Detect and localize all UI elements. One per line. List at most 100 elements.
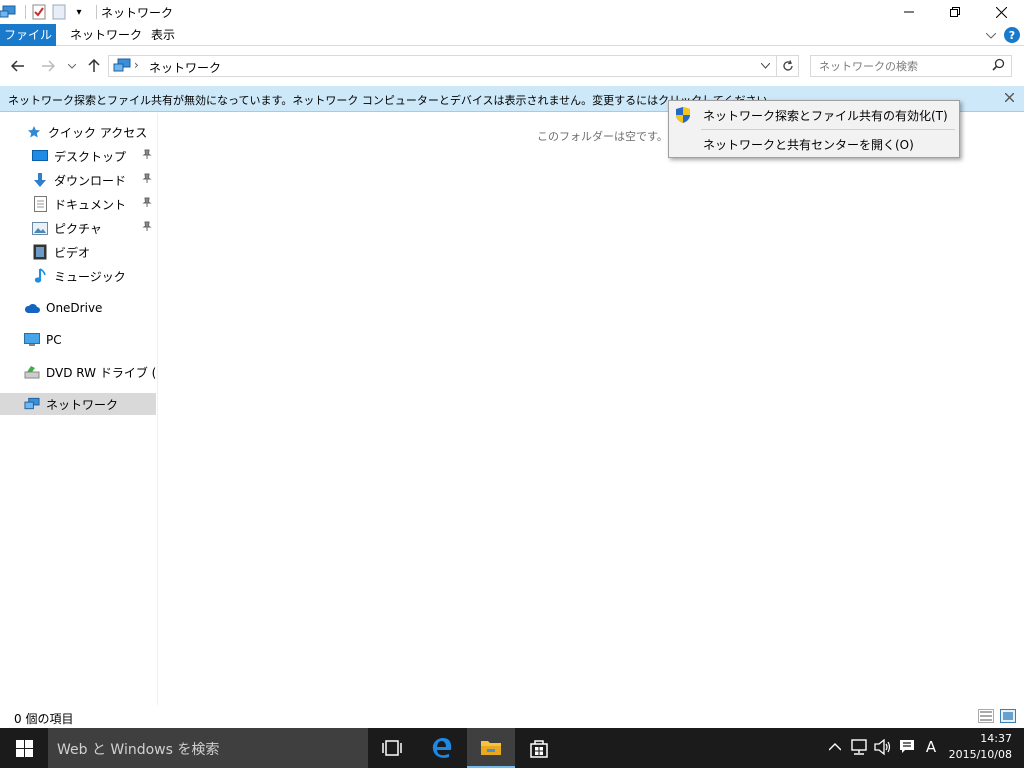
task-view-button[interactable]	[368, 728, 416, 768]
nav-item-label: PC	[46, 333, 62, 347]
store-button[interactable]	[515, 728, 563, 768]
close-button[interactable]	[978, 0, 1024, 24]
view-switcher	[978, 709, 1016, 723]
item-count: 0 個の項目	[14, 712, 74, 726]
minimize-button[interactable]	[886, 0, 932, 24]
cloud-icon	[24, 300, 40, 316]
video-icon	[32, 244, 48, 260]
nav-item-desktop[interactable]: デスクトップ	[0, 145, 156, 167]
desktop-icon	[32, 148, 48, 164]
taskbar: Web と Windows を検索 A 14:37 2015/10/08	[0, 728, 1024, 768]
properties-icon[interactable]	[31, 4, 47, 20]
search-input[interactable]	[819, 58, 979, 74]
large-icons-view-icon[interactable]	[1000, 709, 1016, 723]
start-button[interactable]	[0, 728, 48, 768]
tab-file[interactable]: ファイル	[0, 24, 56, 46]
nav-item-label: DVD RW ドライブ (D:) E	[46, 365, 156, 380]
file-explorer-button[interactable]	[467, 728, 515, 768]
status-bar: 0 個の項目	[0, 706, 1024, 728]
nav-item-label: ビデオ	[54, 245, 91, 260]
close-icon[interactable]	[1004, 91, 1015, 106]
nav-item-label: ネットワーク	[46, 397, 119, 412]
document-icon	[32, 196, 48, 212]
nav-item-label: ドキュメント	[54, 197, 127, 212]
details-view-icon[interactable]	[978, 709, 994, 723]
download-icon	[32, 172, 48, 188]
minimize-icon	[904, 11, 914, 13]
info-bar-message[interactable]: ネットワーク探索とファイル共有が無効になっています。ネットワーク コンピューター…	[8, 92, 778, 108]
nav-item-dvd-drive[interactable]: DVD RW ドライブ (D:) E	[0, 361, 156, 383]
toolbar-separator	[96, 5, 97, 19]
menu-item-open-network-center[interactable]: ネットワークと共有センターを開く(O)	[671, 131, 957, 157]
nav-item-pictures[interactable]: ピクチャ	[0, 217, 156, 239]
menu-item-enable-discovery[interactable]: ネットワーク探索とファイル共有の有効化(T)	[671, 102, 957, 128]
tab-network[interactable]: ネットワーク	[60, 24, 152, 46]
volume-icon[interactable]	[874, 738, 892, 756]
nav-item-network[interactable]: ネットワーク	[0, 393, 156, 415]
action-center-icon[interactable]	[898, 738, 916, 756]
help-icon[interactable]: ?	[1004, 27, 1020, 43]
breadcrumb-location[interactable]: ネットワーク	[149, 59, 221, 76]
address-bar[interactable]: › ネットワーク	[108, 55, 799, 77]
menu-separator	[701, 129, 955, 130]
refresh-icon[interactable]	[776, 56, 798, 76]
restore-button[interactable]	[932, 0, 978, 24]
toolbar-separator	[25, 5, 26, 19]
menu-item-label: ネットワークと共有センターを開く(O)	[703, 137, 914, 152]
nav-item-pc[interactable]: PC	[0, 329, 156, 351]
tab-view[interactable]: 表示	[141, 24, 185, 46]
chevron-down-icon	[68, 63, 76, 69]
computer-icon	[24, 332, 40, 348]
music-icon	[32, 268, 48, 284]
nav-quick-access[interactable]: クイック アクセス	[0, 121, 156, 143]
ribbon-tabs: ファイル ネットワーク 表示 ?	[0, 24, 1024, 46]
forward-button[interactable]	[38, 56, 58, 76]
clock-date: 2015/10/08	[948, 748, 1012, 761]
pin-icon[interactable]	[142, 221, 152, 234]
network-status-icon[interactable]	[850, 738, 868, 756]
recent-locations-button[interactable]	[62, 56, 82, 76]
new-folder-icon[interactable]	[51, 4, 67, 20]
network-icon	[24, 396, 40, 412]
search-icon[interactable]	[992, 58, 1005, 75]
breadcrumb-separator[interactable]: ›	[134, 58, 139, 72]
up-arrow-icon	[88, 59, 100, 72]
store-icon	[530, 740, 548, 758]
nav-item-label: OneDrive	[46, 301, 103, 315]
nav-item-documents[interactable]: ドキュメント	[0, 193, 156, 215]
address-row: › ネットワーク	[0, 47, 1024, 85]
context-menu: ネットワーク探索とファイル共有の有効化(T) ネットワークと共有センターを開く(…	[668, 100, 960, 158]
show-hidden-icons-icon[interactable]	[826, 738, 844, 756]
back-arrow-icon	[11, 60, 24, 72]
back-button[interactable]	[8, 56, 28, 76]
empty-folder-message: このフォルダーは空です。	[537, 130, 668, 143]
edge-browser-button[interactable]	[418, 728, 466, 768]
taskbar-search-placeholder[interactable]: Web と Windows を検索	[57, 739, 219, 759]
star-icon	[26, 124, 42, 140]
window-title: ネットワーク	[101, 6, 174, 20]
up-button[interactable]	[84, 56, 104, 76]
forward-arrow-icon	[42, 60, 55, 72]
qat-dropdown-icon[interactable]: ▾	[71, 4, 87, 20]
search-box[interactable]	[810, 55, 1012, 77]
windows-logo-icon	[15, 739, 33, 757]
task-view-icon	[382, 740, 402, 756]
nav-item-downloads[interactable]: ダウンロード	[0, 169, 156, 191]
ime-indicator[interactable]: A	[922, 738, 940, 756]
picture-icon	[32, 220, 48, 236]
dvd-drive-icon	[24, 364, 40, 380]
nav-item-label: クイック アクセス	[48, 125, 148, 140]
expand-ribbon-icon[interactable]	[985, 28, 997, 42]
pin-icon[interactable]	[142, 197, 152, 210]
address-dropdown-icon[interactable]	[756, 57, 774, 75]
nav-item-label: ピクチャ	[54, 221, 102, 236]
restore-icon	[950, 7, 960, 17]
nav-item-onedrive[interactable]: OneDrive	[0, 297, 156, 319]
nav-item-music[interactable]: ミュージック	[0, 265, 156, 287]
taskbar-search-box[interactable]: Web と Windows を検索	[48, 728, 368, 768]
nav-item-videos[interactable]: ビデオ	[0, 241, 156, 263]
clock[interactable]: 14:37 2015/10/08	[949, 731, 1012, 763]
pin-icon[interactable]	[142, 149, 152, 162]
pin-icon[interactable]	[142, 173, 152, 186]
network-icon	[0, 4, 16, 20]
